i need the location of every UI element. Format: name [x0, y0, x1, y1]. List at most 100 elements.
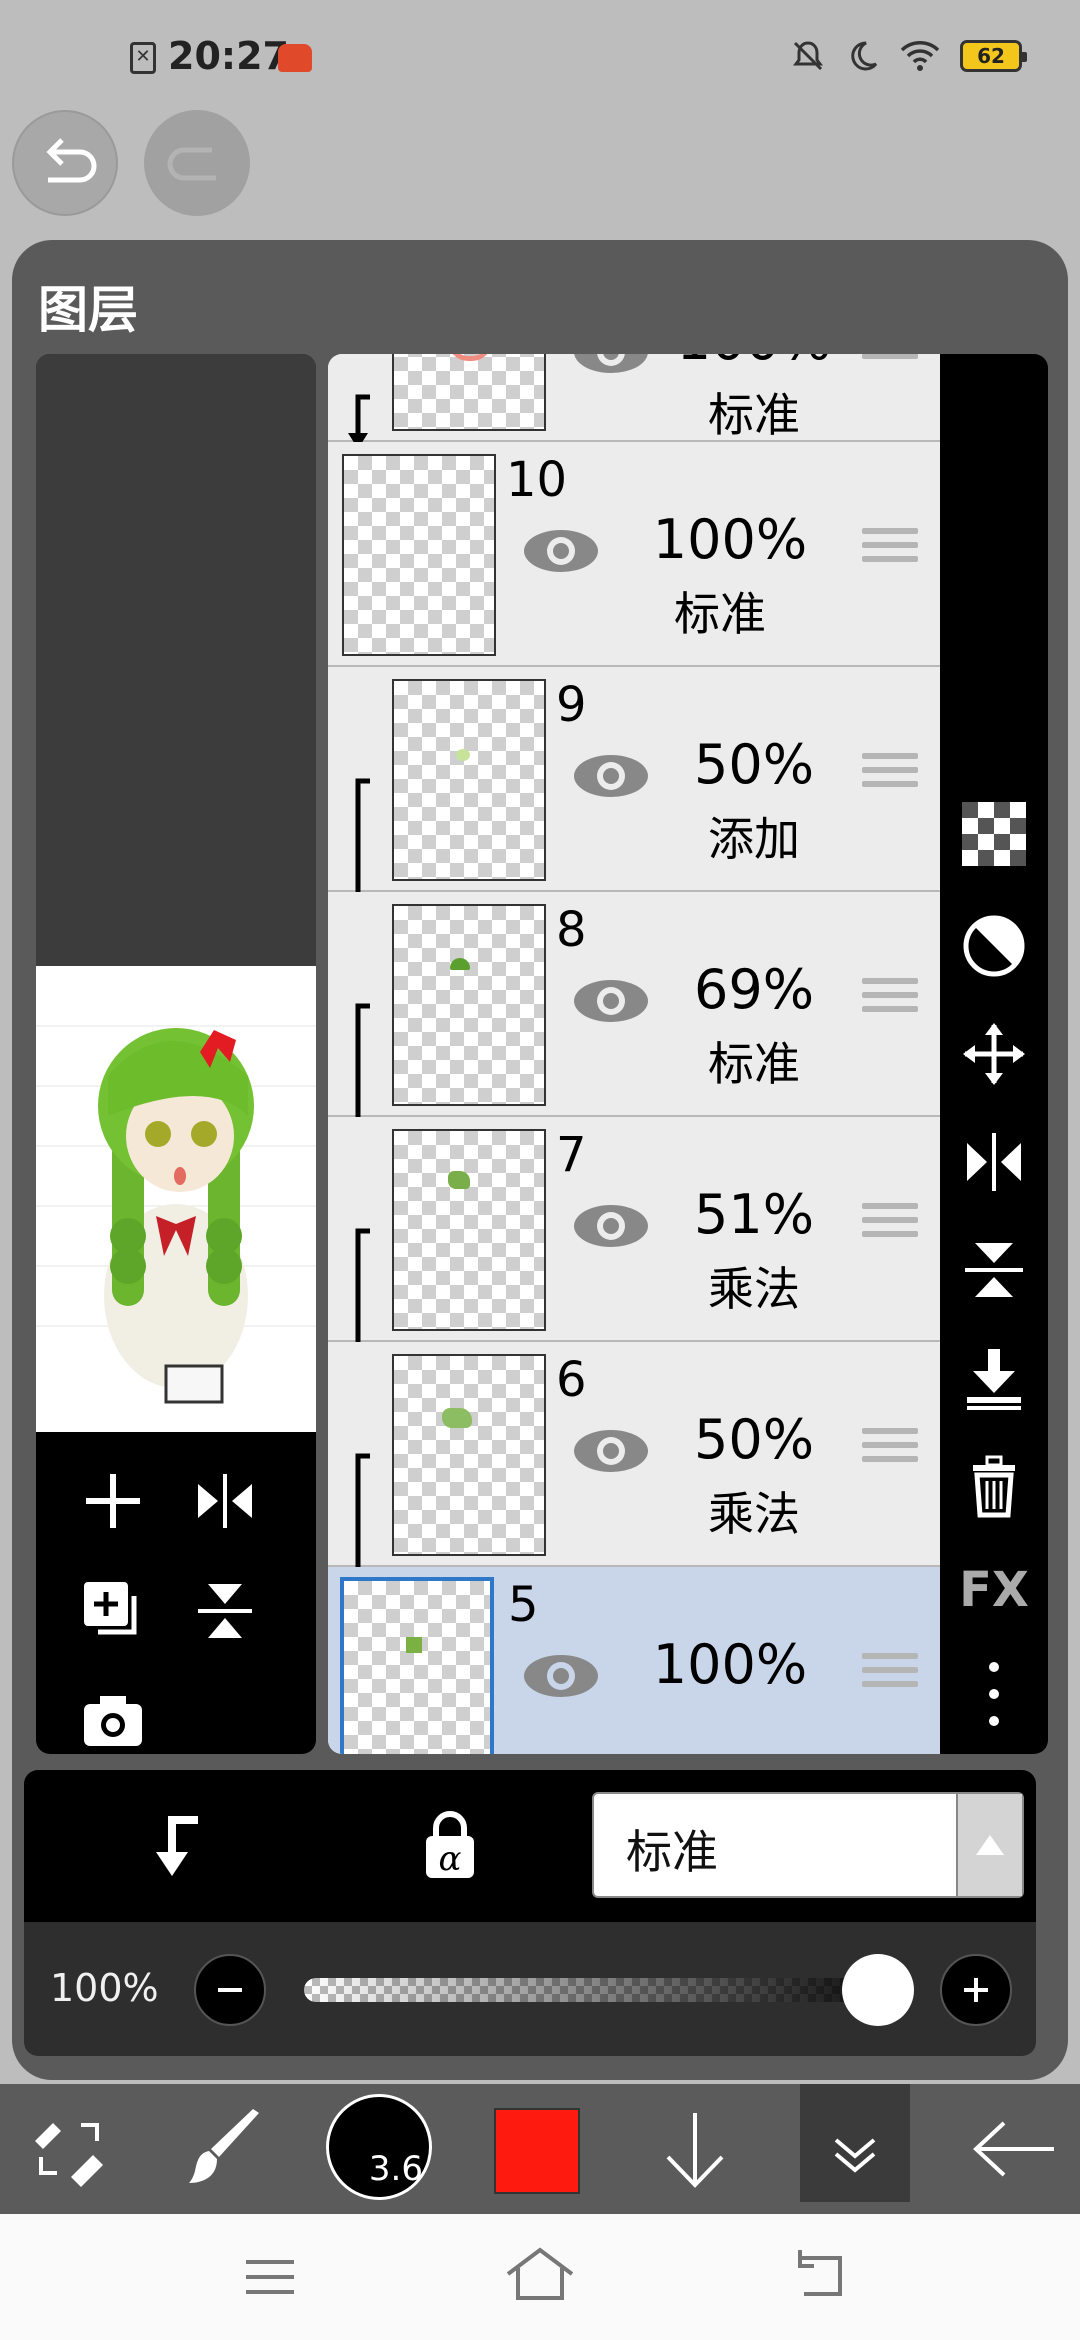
eye-icon[interactable] [522, 528, 600, 574]
camera-button[interactable] [68, 1676, 158, 1754]
system-nav-bar [0, 2214, 1080, 2340]
do-not-disturb-icon [851, 41, 878, 71]
layer-row[interactable]: 8 69% 标准 [328, 892, 940, 1146]
eye-icon[interactable] [572, 1203, 650, 1249]
drag-handle-icon[interactable] [862, 354, 918, 367]
brush-size-button[interactable]: 3.6 [326, 2094, 432, 2200]
move-down-button[interactable] [640, 2084, 750, 2214]
layer-thumbnail[interactable] [392, 1129, 546, 1331]
triangle-up-icon [976, 1835, 1004, 1855]
opacity-decrease-button[interactable] [194, 1954, 266, 2026]
layer-thumbnail[interactable] [392, 1354, 546, 1556]
layer-opacity: 51% [693, 1183, 815, 1246]
layer-row[interactable]: 10 100% 标准 [328, 442, 940, 667]
layer-blend-mode: 标准 [674, 587, 766, 641]
eye-icon[interactable] [572, 978, 650, 1024]
transparency-lock-button[interactable] [954, 794, 1034, 874]
layer-number: 8 [556, 902, 587, 958]
eye-icon[interactable] [572, 753, 650, 799]
layer-list[interactable]: 100% 标准 10 100% 标准 9 50% 添加 [328, 354, 940, 1754]
layer-thumbnail[interactable] [392, 679, 546, 881]
layer-thumbnail[interactable] [392, 904, 546, 1106]
layer-blend-mode: 乘法 [708, 1262, 800, 1316]
alpha-lock-icon: α [426, 1811, 474, 1879]
layer-row[interactable]: 100% 标准 [328, 354, 940, 449]
layer-row[interactable]: 7 51% 乘法 [328, 1117, 940, 1371]
recent-apps-button[interactable] [230, 2244, 310, 2310]
drag-handle-icon[interactable] [862, 1203, 918, 1245]
home-button[interactable] [500, 2244, 580, 2310]
eye-icon[interactable] [522, 1653, 600, 1699]
chevron-double-down-icon [834, 2138, 876, 2173]
opacity-slider[interactable] [304, 1954, 914, 2026]
home-icon [506, 2247, 574, 2300]
layer-number: 10 [506, 452, 568, 508]
redo-icon [167, 147, 216, 181]
opacity-increase-button[interactable] [940, 1954, 1012, 2026]
undo-button[interactable] [12, 110, 118, 216]
collapse-panel-button[interactable] [800, 2084, 910, 2202]
opacity-bar: 100% [24, 1922, 1036, 2056]
bottom-toolbar: 3.6 [0, 2084, 1080, 2214]
drag-handle-icon[interactable] [862, 1653, 918, 1695]
blend-mode-select[interactable]: 标准 [592, 1792, 1024, 1898]
layer-blend-mode: 乘法 [708, 1487, 800, 1541]
layer-row[interactable]: 6 50% 乘法 [328, 1342, 940, 1596]
back-icon [798, 2250, 842, 2296]
canvas-empty-area [36, 354, 316, 966]
drag-handle-icon[interactable] [862, 528, 918, 570]
layer-row[interactable]: 9 50% 添加 [328, 667, 940, 921]
move-layer-button[interactable] [954, 1014, 1034, 1094]
redo-button[interactable] [144, 110, 250, 216]
layer-opacity: 50% [693, 733, 815, 796]
plus-icon [964, 1978, 988, 2002]
merge-down-button[interactable] [954, 1338, 1034, 1418]
back-arrow-button[interactable] [960, 2084, 1070, 2214]
blend-mode-value: 标准 [626, 1825, 718, 1879]
flip-horizontal-left-button[interactable] [180, 1456, 270, 1546]
layer-content-shape [456, 749, 470, 761]
layer-opacity: 69% [693, 958, 815, 1021]
layer-opacity: 50% [693, 1408, 815, 1471]
fx-button[interactable]: FX [954, 1550, 1034, 1630]
alpha-lock-button[interactable]: α [410, 1806, 490, 1886]
layer-row-selected[interactable]: 5 100% [328, 1567, 940, 1754]
layer-content-shape [406, 1637, 422, 1653]
undo-icon [46, 138, 97, 183]
eye-icon[interactable] [572, 1428, 650, 1474]
layer-thumbnail[interactable] [342, 454, 496, 656]
layer-opacity: 100% [654, 354, 854, 372]
mask-button[interactable] [954, 906, 1034, 986]
color-swatch-button[interactable] [494, 2108, 580, 2194]
clipping-arrow-icon [156, 1816, 198, 1876]
brush-eraser-swap-icon [35, 2123, 103, 2187]
checkerboard-icon [962, 802, 1026, 866]
canvas-preview[interactable] [36, 966, 316, 1432]
duplicate-layer-button[interactable] [68, 1566, 158, 1656]
drag-handle-icon[interactable] [862, 753, 918, 795]
layer-thumbnail[interactable] [340, 1577, 494, 1754]
status-bar: ✕ 20:27 62 [0, 0, 1080, 110]
drag-handle-icon[interactable] [862, 1428, 918, 1470]
flip-horizontal-button[interactable] [954, 1122, 1034, 1202]
drag-handle-icon[interactable] [862, 978, 918, 1020]
delete-layer-button[interactable] [954, 1446, 1034, 1526]
flip-vertical-left-button[interactable] [180, 1566, 270, 1656]
clipping-toggle-button[interactable] [136, 1806, 216, 1886]
blend-mode-dropdown-button[interactable] [956, 1794, 1022, 1896]
more-options-button[interactable] [954, 1654, 1034, 1734]
duplicate-icon [84, 1582, 137, 1635]
brush-tool-button[interactable] [170, 2084, 280, 2214]
camera-icon [84, 1696, 142, 1746]
eye-icon[interactable] [572, 354, 650, 375]
layer-opacity: 100% [652, 508, 808, 571]
system-back-button[interactable] [780, 2244, 860, 2310]
quick-tool-switch-button[interactable] [14, 2084, 124, 2214]
flip-vertical-button[interactable] [954, 1230, 1034, 1310]
add-layer-button[interactable] [68, 1456, 158, 1546]
plus-icon [86, 1474, 140, 1528]
menu-icon [246, 2260, 294, 2294]
opacity-slider-knob[interactable] [842, 1954, 914, 2026]
layer-thumbnail[interactable] [392, 354, 546, 431]
wifi-icon [900, 41, 940, 71]
